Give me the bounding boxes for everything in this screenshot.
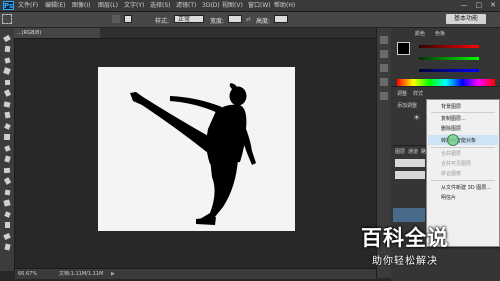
menu-window[interactable]: 窗口(W) bbox=[248, 1, 271, 10]
blend-mode-select[interactable] bbox=[395, 171, 425, 179]
marquee-tool-icon[interactable] bbox=[2, 45, 12, 53]
crop-tool-icon[interactable] bbox=[2, 78, 12, 86]
close-icon[interactable]: ✕ bbox=[490, 1, 496, 10]
gradient-tool-icon[interactable] bbox=[2, 155, 12, 163]
status-bar: 66.67% 文档:1.11M/1.11M ▶ bbox=[15, 268, 376, 279]
photoshop-logo: Ps bbox=[3, 1, 14, 10]
watermark-title: 百科全说 bbox=[361, 226, 449, 250]
blue-slider[interactable] bbox=[419, 69, 479, 72]
zoom-level[interactable]: 66.67% bbox=[18, 269, 37, 279]
workspace-switcher[interactable]: 基本功能 bbox=[446, 14, 486, 24]
actions-icon[interactable] bbox=[380, 50, 388, 58]
tab-layers[interactable]: 图层 bbox=[395, 148, 405, 155]
feather-icon bbox=[112, 15, 120, 23]
menu-view[interactable]: 视图(V) bbox=[222, 1, 243, 10]
dodge-tool-icon[interactable] bbox=[2, 177, 12, 185]
tab-swatches[interactable]: 色板 bbox=[435, 30, 445, 37]
menu-item-merge-layers[interactable]: 合并图层 bbox=[441, 150, 461, 157]
healing-tool-icon[interactable] bbox=[2, 100, 12, 108]
color-spectrum[interactable] bbox=[397, 79, 495, 86]
style-select[interactable]: 正常 bbox=[174, 15, 204, 23]
menu-separator bbox=[431, 147, 495, 148]
menu-layer[interactable]: 图层(L) bbox=[98, 1, 118, 10]
marquee-tool-icon[interactable] bbox=[2, 14, 12, 24]
height-input[interactable] bbox=[274, 15, 288, 23]
background-layer-row[interactable] bbox=[393, 208, 425, 222]
width-label: 宽度: bbox=[210, 18, 225, 25]
foreground-color-swatch[interactable] bbox=[397, 42, 410, 55]
red-slider[interactable] bbox=[419, 45, 479, 48]
tab-channels[interactable]: 通道 bbox=[408, 148, 418, 155]
tab-adjustments[interactable]: 调整 bbox=[397, 90, 407, 97]
height-label: 高度: bbox=[256, 18, 271, 25]
menu-item-background-layer[interactable]: 背景图层 bbox=[441, 103, 461, 110]
lasso-tool-icon[interactable] bbox=[2, 56, 12, 64]
maximize-icon[interactable]: □ bbox=[476, 1, 483, 10]
menu-item-merge-visible[interactable]: 合并可见图层 bbox=[441, 160, 471, 167]
menu-item-postcard[interactable]: 明信片 bbox=[441, 194, 456, 201]
panel-divider bbox=[391, 86, 500, 87]
menu-item-delete-layer[interactable]: 删除图层 bbox=[441, 125, 461, 132]
document-canvas[interactable] bbox=[98, 67, 295, 231]
style-label: 样式: bbox=[155, 18, 170, 25]
pen-tool-icon[interactable] bbox=[2, 188, 12, 196]
menu-separator bbox=[431, 112, 495, 113]
brightness-icon[interactable]: ☀ bbox=[413, 113, 420, 122]
document-tab[interactable]: ...(RGB/8) bbox=[14, 28, 100, 38]
blur-tool-icon[interactable] bbox=[2, 166, 12, 174]
menu-item-flatten-image[interactable]: 拼合图像 bbox=[441, 170, 461, 177]
baike-watermark: 百科全说 助你轻松解决 bbox=[350, 222, 460, 272]
menu-file[interactable]: 文件(F) bbox=[18, 1, 38, 10]
watermark-subtitle: 助你轻松解决 bbox=[372, 256, 438, 267]
swap-icon[interactable]: ⇄ bbox=[246, 16, 251, 23]
history-brush-tool-icon[interactable] bbox=[2, 133, 12, 141]
paragraph-icon[interactable] bbox=[380, 92, 388, 100]
hand-tool-icon[interactable] bbox=[2, 232, 12, 240]
tab-styles[interactable]: 样式 bbox=[413, 90, 423, 97]
options-bar: 样式: 正常 宽度: ⇄ 高度: 基本功能 bbox=[0, 12, 500, 28]
brush-preset-icon[interactable] bbox=[380, 64, 388, 72]
history-icon[interactable] bbox=[380, 36, 388, 44]
kicking-silhouette-image bbox=[130, 83, 256, 225]
type-tool-icon[interactable] bbox=[2, 199, 12, 207]
refine-edge-field[interactable] bbox=[124, 15, 132, 23]
green-slider[interactable] bbox=[419, 57, 479, 60]
character-icon[interactable] bbox=[380, 78, 388, 86]
zoom-tool-icon[interactable] bbox=[2, 243, 12, 251]
eraser-tool-icon[interactable] bbox=[2, 144, 12, 152]
brush-tool-icon[interactable] bbox=[2, 111, 12, 119]
document-size: 文档:1.11M/1.11M bbox=[59, 271, 104, 277]
menu-image[interactable]: 图像(I) bbox=[72, 1, 90, 10]
width-input[interactable] bbox=[228, 15, 242, 23]
tab-color[interactable]: 颜色 bbox=[415, 30, 425, 37]
menu-separator bbox=[431, 180, 495, 181]
mouse-cursor-icon bbox=[447, 134, 459, 146]
move-tool-icon[interactable] bbox=[2, 34, 12, 42]
minimize-icon[interactable]: — bbox=[461, 1, 468, 10]
quick-select-tool-icon[interactable] bbox=[2, 67, 12, 75]
menu-item-new-3d-layer[interactable]: 从文件新建 3D 图层... bbox=[441, 184, 491, 191]
menu-filter[interactable]: 滤镜(T) bbox=[176, 1, 196, 10]
eyedropper-tool-icon[interactable] bbox=[2, 89, 12, 97]
menu-item-duplicate-layer[interactable]: 复制图层... bbox=[441, 115, 466, 122]
layer-kind-filter[interactable] bbox=[395, 159, 425, 167]
clone-tool-icon[interactable] bbox=[2, 122, 12, 130]
shape-tool-icon[interactable] bbox=[2, 221, 12, 229]
tools-panel bbox=[0, 28, 15, 271]
menu-type[interactable]: 文字(Y) bbox=[124, 1, 144, 10]
status-arrow-icon[interactable]: ▶ bbox=[111, 269, 115, 279]
menu-3d[interactable]: 3D(D) bbox=[202, 1, 220, 10]
add-adjustment-title: 添加调整 bbox=[397, 103, 418, 109]
menu-edit[interactable]: 编辑(E) bbox=[45, 1, 65, 10]
window-controls: — □ ✕ bbox=[461, 1, 497, 10]
path-select-tool-icon[interactable] bbox=[2, 210, 12, 218]
menu-help[interactable]: 帮助(H) bbox=[274, 1, 295, 10]
menu-select[interactable]: 选择(S) bbox=[150, 1, 171, 10]
